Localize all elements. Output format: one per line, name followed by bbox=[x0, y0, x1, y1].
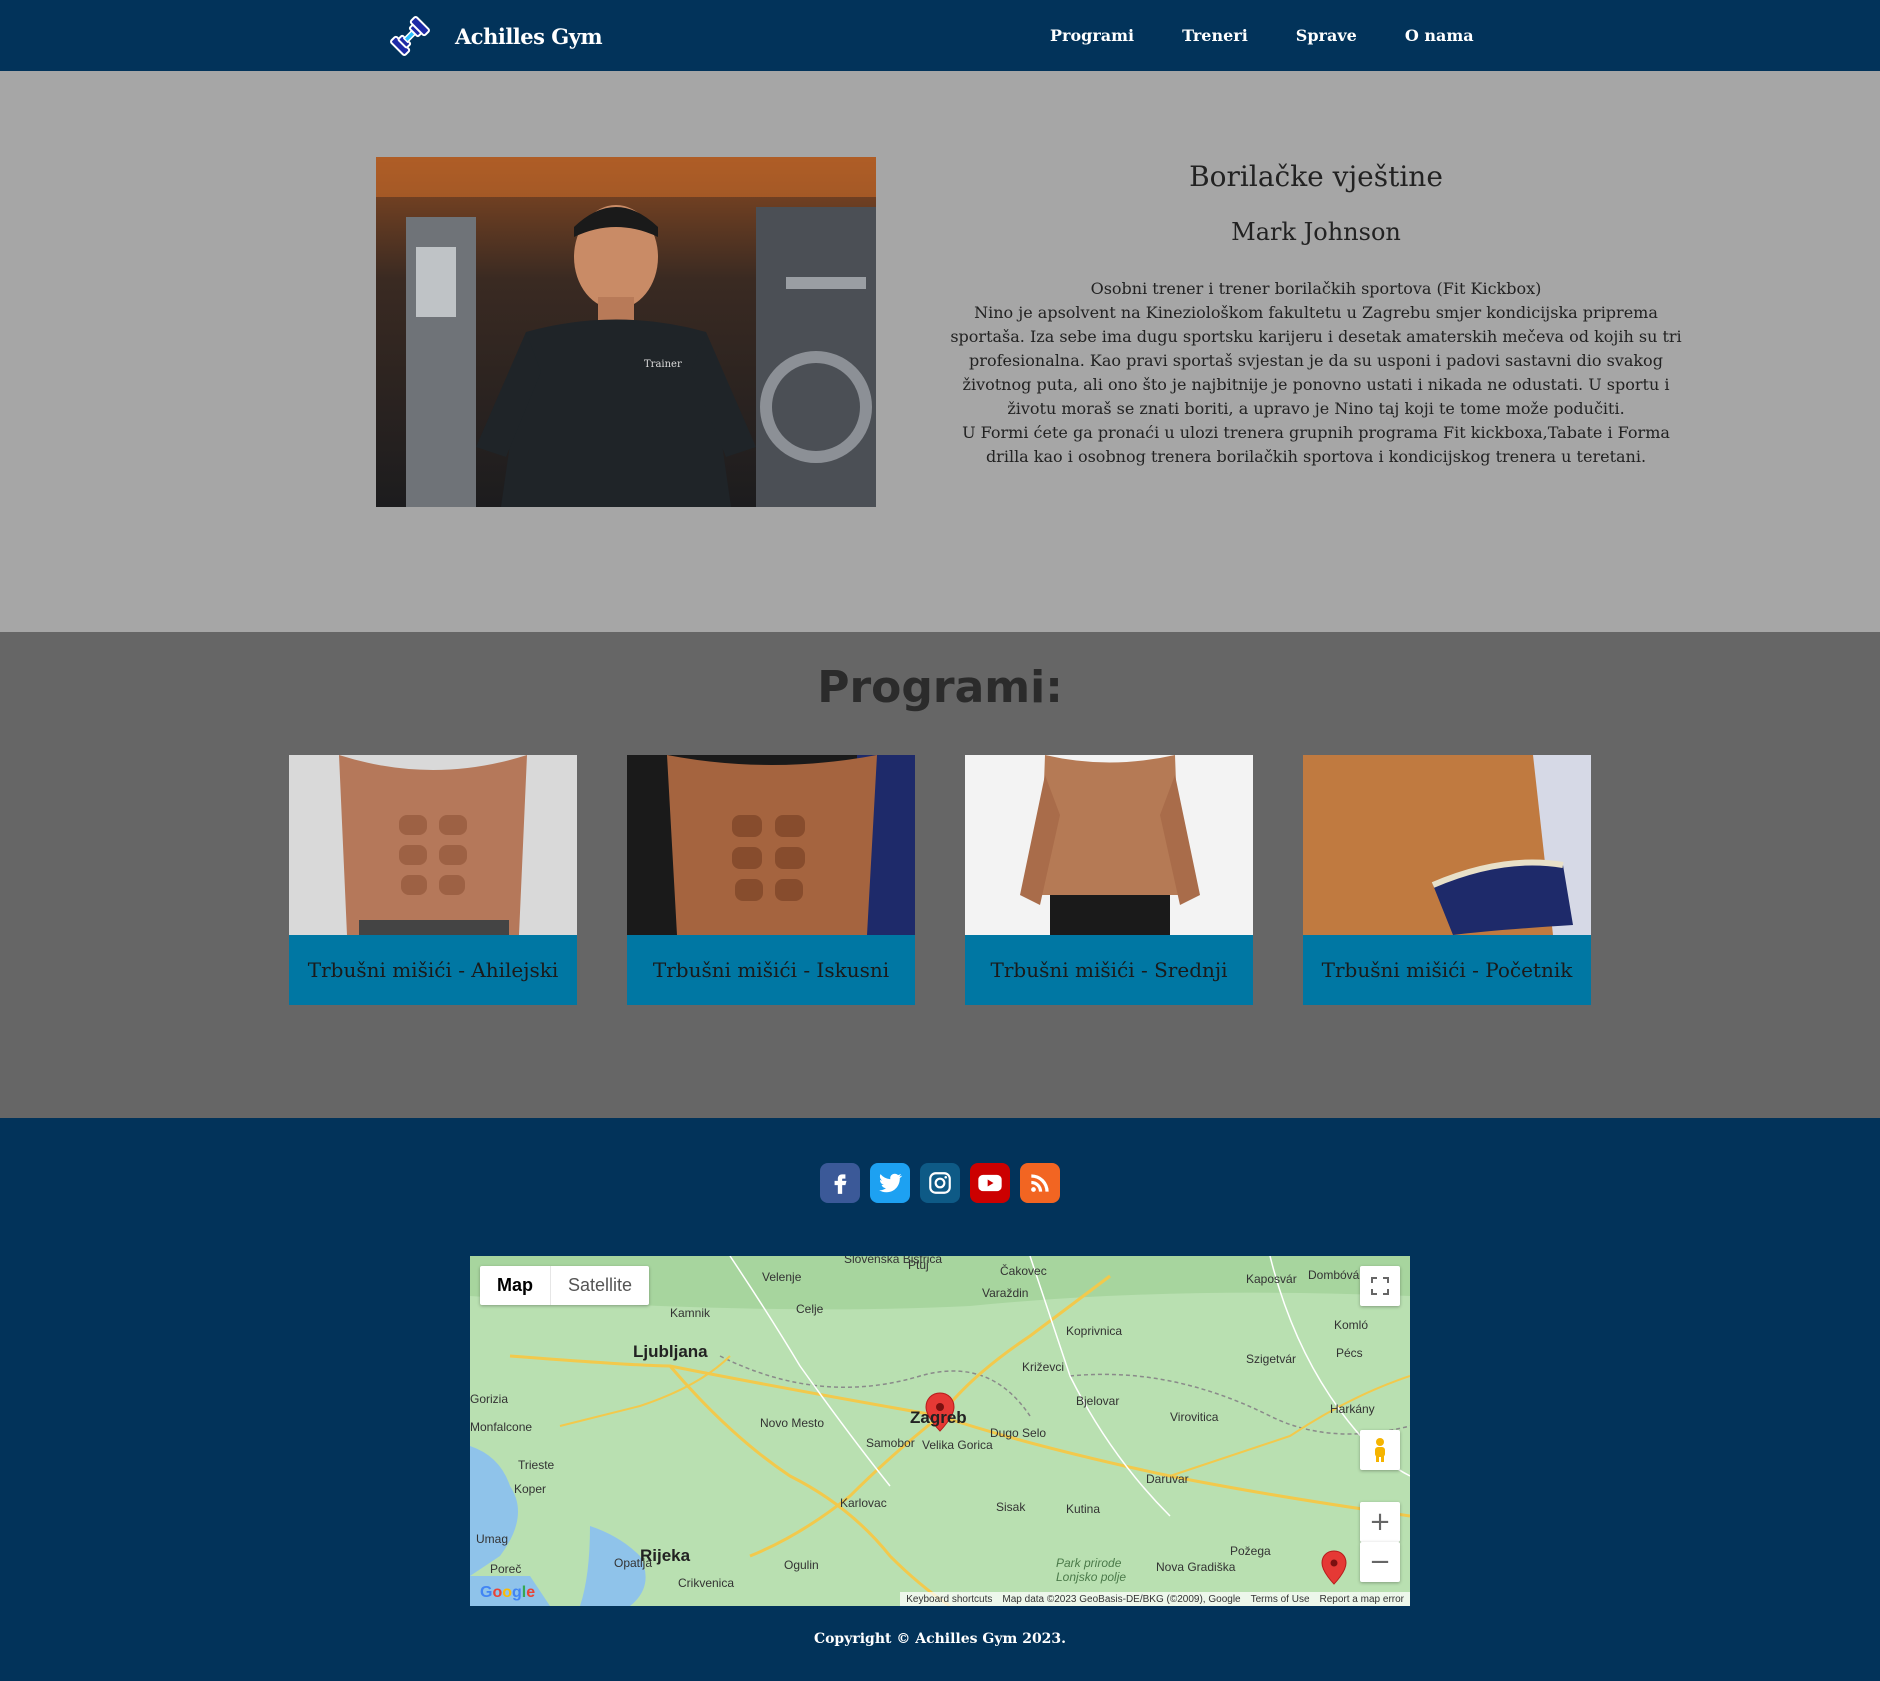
trainer-desc-line-1: Osobni trener i trener borilačkih sporto… bbox=[1090, 279, 1542, 298]
map-city: Čakovec bbox=[1000, 1264, 1047, 1278]
terms-link[interactable]: Terms of Use bbox=[1251, 1594, 1310, 1605]
dumbbell-logo-icon bbox=[390, 16, 430, 56]
map-city: Harkány bbox=[1330, 1402, 1375, 1416]
map-city: Varaždin bbox=[982, 1286, 1029, 1300]
map-city: Velenje bbox=[762, 1270, 802, 1284]
programs-title: Programi: bbox=[817, 662, 1063, 713]
map-city: Velika Gorica bbox=[922, 1438, 993, 1452]
program-label: Trbušni mišići - Srednji bbox=[965, 935, 1253, 1005]
trainer-name: Mark Johnson bbox=[1231, 218, 1401, 246]
map-city: Koprivnica bbox=[1066, 1324, 1123, 1338]
map-city: Crikvenica bbox=[678, 1576, 735, 1590]
program-image bbox=[1303, 755, 1591, 935]
map-city: Ogulin bbox=[784, 1558, 819, 1572]
program-card[interactable]: Trbušni mišići - Početnik bbox=[1303, 755, 1591, 1005]
nav-links: Programi Treneri Sprave O nama bbox=[1050, 0, 1522, 71]
program-card[interactable]: Trbušni mišići - Iskusni bbox=[627, 755, 915, 1005]
rss-icon[interactable] bbox=[1020, 1163, 1060, 1203]
navbar: Achilles Gym Programi Treneri Sprave O n… bbox=[0, 0, 1880, 71]
zoom-in-icon[interactable]: + bbox=[1360, 1502, 1400, 1542]
program-card[interactable]: Trbušni mišići - Ahilejski bbox=[289, 755, 577, 1005]
map-city: Celje bbox=[796, 1302, 824, 1316]
map-city: Kamnik bbox=[670, 1306, 711, 1320]
map-city: Szigetvár bbox=[1246, 1352, 1297, 1366]
brand[interactable]: Achilles Gym bbox=[386, 12, 603, 60]
program-card[interactable]: Trbušni mišići - Srednji bbox=[965, 755, 1253, 1005]
youtube-icon[interactable] bbox=[970, 1163, 1010, 1203]
report-error-link[interactable]: Report a map error bbox=[1320, 1594, 1404, 1605]
trainer-discipline: Borilačke vještine bbox=[1189, 160, 1443, 193]
program-image bbox=[965, 755, 1253, 935]
program-label: Trbušni mišići - Početnik bbox=[1303, 935, 1591, 1005]
map-city: Dugo Selo bbox=[990, 1426, 1047, 1440]
brand-name: Achilles Gym bbox=[455, 23, 603, 49]
keyboard-shortcuts-link[interactable]: Keyboard shortcuts bbox=[906, 1594, 992, 1605]
nav-link-programi[interactable]: Programi bbox=[1050, 26, 1134, 45]
map-city: Pécs bbox=[1336, 1346, 1363, 1360]
map-city: Komló bbox=[1334, 1318, 1369, 1332]
google-logo: Google bbox=[480, 1584, 536, 1601]
footer: Ljubljana Zagreb Rijeka Celje Velenje Ka… bbox=[0, 1118, 1880, 1681]
map-city: Ljubljana bbox=[633, 1342, 708, 1361]
map-city: Virovitica bbox=[1170, 1410, 1219, 1424]
instagram-icon[interactable] bbox=[920, 1163, 960, 1203]
trainer-section: Trainer Borilačke vještine Mark Johnson … bbox=[0, 71, 1880, 632]
svg-text:Trainer: Trainer bbox=[644, 359, 682, 370]
map-city: Park prirode Lonjsko polje bbox=[1056, 1556, 1127, 1584]
map-type-map-button[interactable]: Map bbox=[480, 1266, 550, 1305]
map-city: Križevci bbox=[1022, 1360, 1065, 1374]
nav-link-sprave[interactable]: Sprave bbox=[1296, 26, 1357, 45]
map-city: Gorizia bbox=[470, 1392, 509, 1406]
google-map[interactable]: Ljubljana Zagreb Rijeka Celje Velenje Ka… bbox=[470, 1256, 1410, 1606]
map-city: Poreč bbox=[490, 1562, 522, 1576]
map-city: Požega bbox=[1230, 1544, 1271, 1558]
map-city: Slovenska Bistrica bbox=[844, 1256, 943, 1266]
map-city: Karlovac bbox=[840, 1496, 887, 1510]
program-label: Trbušni mišići - Ahilejski bbox=[289, 935, 577, 1005]
social-links bbox=[820, 1163, 1070, 1203]
copyright: Copyright © Achilles Gym 2023. bbox=[813, 1631, 1067, 1647]
fullscreen-icon[interactable] bbox=[1360, 1266, 1400, 1306]
map-city: Novo Mesto bbox=[760, 1416, 825, 1430]
map-city: Zagreb bbox=[910, 1408, 967, 1427]
map-city: Daruvar bbox=[1146, 1472, 1189, 1486]
nav-link-o-nama[interactable]: O nama bbox=[1405, 26, 1474, 45]
map-city: Trieste bbox=[518, 1458, 555, 1472]
map-city: Umag bbox=[476, 1532, 509, 1546]
map-type-control: Map Satellite bbox=[480, 1266, 650, 1305]
map-city: Nova Gradiška bbox=[1156, 1560, 1236, 1574]
pegman-icon[interactable] bbox=[1360, 1430, 1400, 1470]
program-label: Trbušni mišići - Iskusni bbox=[627, 935, 915, 1005]
map-city: Koper bbox=[514, 1482, 547, 1496]
facebook-icon[interactable] bbox=[820, 1163, 860, 1203]
trainer-info: Borilačke vještine Mark Johnson Osobni t… bbox=[950, 157, 1682, 469]
trainer-photo: Trainer bbox=[376, 157, 876, 507]
map-type-satellite-button[interactable]: Satellite bbox=[550, 1266, 649, 1305]
program-cards: Trbušni mišići - Ahilejski Trbušni mišić… bbox=[289, 755, 1641, 1005]
program-image bbox=[289, 755, 577, 935]
trainer-desc-line-3: U Formi ćete ga pronaći u ulozi trenera … bbox=[962, 423, 1670, 466]
map-city: Kutina bbox=[1066, 1502, 1101, 1516]
trainer-description: Osobni trener i trener borilačkih sporto… bbox=[950, 277, 1682, 469]
map-city: Bjelovar bbox=[1076, 1394, 1120, 1408]
map-city: Samobor bbox=[866, 1436, 915, 1450]
trainer-desc-line-2: Nino je apsolvent na Kineziološkom fakul… bbox=[950, 303, 1682, 418]
map-city: Sisak bbox=[996, 1500, 1026, 1514]
program-image bbox=[627, 755, 915, 935]
map-city: Dombóvár bbox=[1308, 1268, 1364, 1282]
programs-section: Programi: Trbušni mišići - Ahilejski Trb… bbox=[0, 632, 1880, 1118]
nav-link-treneri[interactable]: Treneri bbox=[1182, 26, 1248, 45]
map-attribution: Keyboard shortcuts Map data ©2023 GeoBas… bbox=[900, 1592, 1410, 1606]
map-city: Monfalcone bbox=[470, 1420, 533, 1434]
map-data-text: Map data ©2023 GeoBasis-DE/BKG (©2009), … bbox=[1002, 1593, 1241, 1605]
twitter-icon[interactable] bbox=[870, 1163, 910, 1203]
zoom-out-icon[interactable]: − bbox=[1360, 1542, 1400, 1582]
map-city: Kaposvár bbox=[1246, 1272, 1297, 1286]
map-city: Opatija bbox=[614, 1556, 653, 1570]
